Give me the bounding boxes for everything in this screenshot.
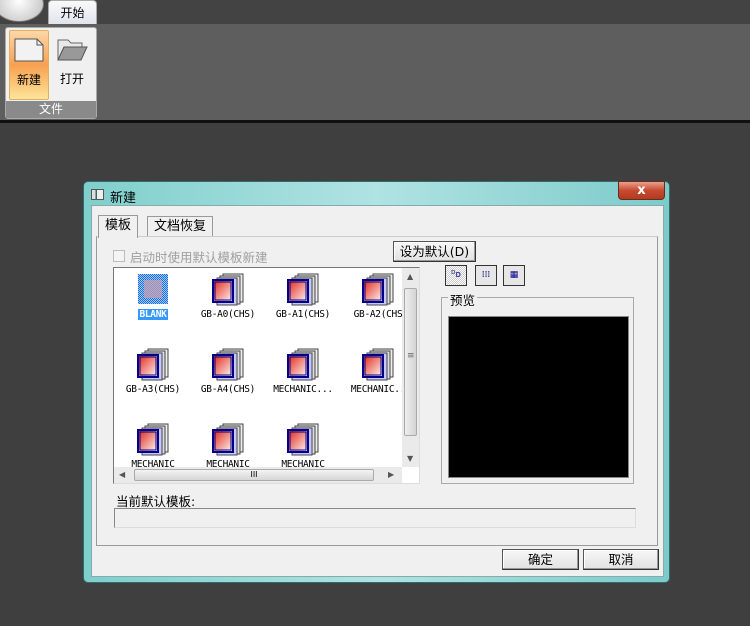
template-icon — [137, 423, 169, 456]
horizontal-scroll-thumb[interactable]: III — [134, 469, 374, 481]
template-name: GB-A3(CHS) — [125, 384, 181, 395]
template-item[interactable]: GB-A4(CHS) — [190, 347, 266, 395]
set-default-button[interactable]: 设为默认(D) — [393, 241, 476, 262]
template-name: BLANK — [138, 309, 168, 320]
template-name: GB-A0(CHS) — [200, 309, 256, 320]
dialog-body: 模板 文档恢复 启动时使用默认模板新建 设为默认(D) BLANK GB-A0(C… — [91, 205, 664, 577]
template-item[interactable]: MECHANIC — [190, 422, 266, 470]
template-icon — [137, 348, 169, 381]
new-document-icon — [14, 38, 44, 62]
template-icon — [362, 273, 394, 306]
vertical-scroll-thumb[interactable]: ≡ — [404, 288, 417, 436]
dialog-title: 新建 — [110, 191, 137, 206]
template-name: MECHANIC.. — [350, 384, 406, 395]
tab-panel: 启动时使用默认模板新建 设为默认(D) BLANK GB-A0(CHS) GB-A1… — [96, 236, 658, 546]
open-button[interactable]: 打开 — [52, 30, 92, 100]
template-icon — [138, 274, 168, 304]
template-item[interactable]: BLANK — [115, 272, 191, 320]
scroll-down-icon[interactable]: ▼ — [407, 454, 413, 463]
list-view-icon[interactable]: ⁞⁞⁞ — [475, 265, 497, 286]
cancel-button[interactable]: 取消 — [583, 549, 659, 570]
ok-button[interactable]: 确定 — [502, 549, 579, 570]
new-button[interactable]: 新建 — [9, 30, 49, 100]
template-icon — [212, 273, 244, 306]
grip: ≡ — [407, 351, 415, 361]
large-icons-view-icon[interactable]: ᴰᴅ — [445, 265, 467, 286]
template-icon — [362, 348, 394, 381]
scroll-left-icon[interactable]: ◀ — [119, 470, 125, 479]
folder-icon — [57, 39, 88, 61]
horizontal-scrollbar[interactable]: ◀ III ▶ — [114, 467, 402, 483]
group-label: 文件 — [6, 101, 96, 118]
preview-group: 预览 — [441, 290, 634, 484]
template-list[interactable]: BLANK GB-A0(CHS) GB-A1(CHS) GB-A2(CHS GB-A3(… — [113, 267, 420, 484]
scroll-up-icon[interactable]: ▲ — [407, 272, 413, 281]
current-default-field — [114, 508, 636, 528]
template-name: GB-A2(CHS — [353, 309, 403, 320]
template-icon — [212, 348, 244, 381]
template-item[interactable]: GB-A1(CHS) — [265, 272, 341, 320]
template-icon — [287, 273, 319, 306]
template-name: MECHANIC... — [273, 384, 333, 395]
template-icon — [212, 423, 244, 456]
template-name: GB-A1(CHS) — [275, 309, 331, 320]
default-template-checkbox[interactable] — [113, 250, 125, 262]
template-item[interactable]: MECHANIC — [115, 422, 191, 470]
new-dialog: 新建 x 模板 文档恢复 启动时使用默认模板新建 设为默认(D) BLANK GB… — [83, 181, 670, 583]
template-name: GB-A4(CHS) — [200, 384, 256, 395]
close-button[interactable]: x — [618, 181, 665, 200]
scroll-right-icon[interactable]: ▶ — [388, 470, 394, 479]
template-item[interactable]: MECHANIC — [265, 422, 341, 470]
preview-label: 预览 — [448, 290, 478, 309]
ribbon-group-file: 新建 打开 文件 — [5, 27, 97, 119]
template-icon — [287, 423, 319, 456]
ribbon — [0, 24, 750, 120]
title-bar — [0, 0, 750, 24]
template-item[interactable]: GB-A0(CHS) — [190, 272, 266, 320]
tab-document-recovery[interactable]: 文档恢复 — [147, 216, 214, 237]
template-item[interactable]: GB-A3(CHS) — [115, 347, 191, 395]
divider — [0, 120, 750, 123]
dialog-icon — [91, 189, 104, 200]
details-view-icon[interactable]: ▦ — [503, 265, 525, 286]
template-icon — [287, 348, 319, 381]
checkbox-label: 启动时使用默认模板新建 — [130, 250, 268, 265]
preview-area — [448, 316, 629, 478]
ribbon-tab-start[interactable]: 开始 — [48, 0, 97, 25]
template-item[interactable]: MECHANIC... — [265, 347, 341, 395]
vertical-scrollbar[interactable]: ▲ ≡ ▼ — [402, 268, 419, 467]
open-label: 打开 — [59, 72, 84, 86]
new-label: 新建 — [16, 73, 41, 87]
tab-templates[interactable]: 模板 — [98, 215, 139, 238]
